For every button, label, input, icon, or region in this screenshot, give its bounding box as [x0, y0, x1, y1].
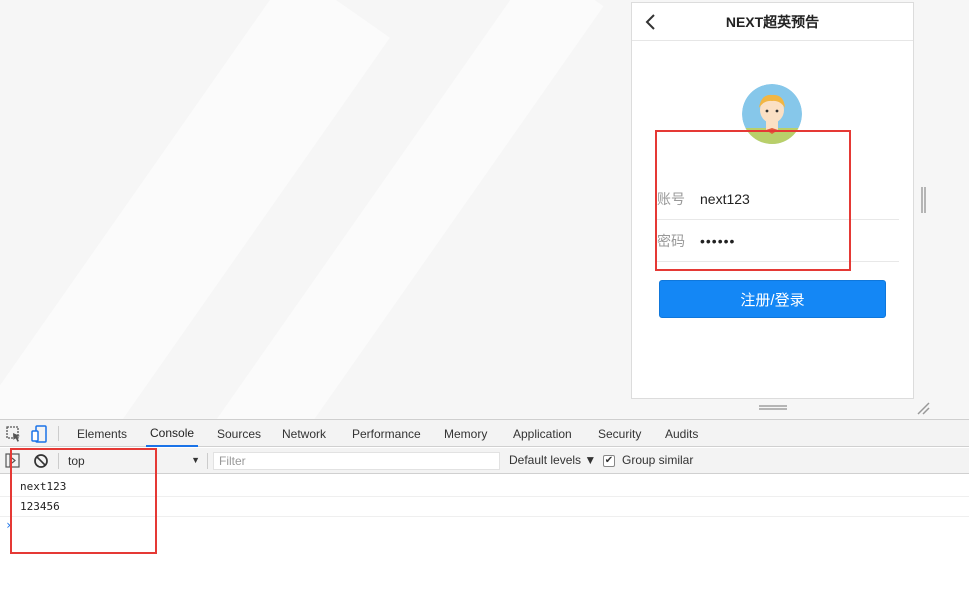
context-value: top — [68, 454, 85, 468]
tab-sources[interactable]: Sources — [213, 420, 265, 447]
avatar — [742, 84, 802, 144]
tab-performance[interactable]: Performance — [348, 420, 425, 447]
tab-elements[interactable]: Elements — [73, 420, 131, 447]
password-input[interactable]: •••••• — [700, 233, 735, 249]
tab-console[interactable]: Console — [146, 420, 199, 447]
tab-memory[interactable]: Memory — [440, 420, 491, 447]
devtools-panel: Elements Console Sources Network Perform… — [0, 419, 969, 599]
tab-application[interactable]: Application — [509, 420, 576, 447]
devtools-tab-bar: Elements Console Sources Network Perform… — [0, 420, 969, 447]
group-similar-checkbox[interactable]: ✔ — [603, 455, 615, 467]
divider — [58, 453, 59, 469]
account-input[interactable]: next123 — [700, 191, 750, 207]
register-login-button[interactable]: 注册/登录 — [659, 280, 886, 318]
page-title: NEXT超英预告 — [725, 13, 820, 30]
resize-handle-bottom[interactable] — [759, 405, 787, 410]
divider — [207, 453, 208, 469]
resize-corner-icon[interactable] — [916, 401, 930, 415]
dropdown-arrow-icon: ▼ — [191, 455, 200, 465]
group-similar-label: Group similar — [622, 453, 694, 467]
password-field[interactable]: 密码 •••••• — [657, 220, 899, 262]
inspect-element-icon[interactable] — [5, 425, 23, 443]
account-field[interactable]: 账号 next123 — [657, 178, 899, 220]
clear-console-icon[interactable] — [32, 452, 50, 470]
console-log-line: next123 — [0, 477, 969, 497]
console-log-line: 123456 — [0, 497, 969, 517]
app-header: NEXT超英预告 — [632, 3, 913, 41]
back-arrow-icon[interactable] — [642, 12, 660, 32]
account-label: 账号 — [657, 190, 685, 207]
tab-security[interactable]: Security — [594, 420, 645, 447]
divider — [58, 426, 59, 441]
console-toolbar: top ▼ Filter Default levels ▼ ✔ Group si… — [0, 448, 969, 474]
filter-input[interactable]: Filter — [213, 452, 500, 470]
log-levels-dropdown[interactable]: Default levels ▼ — [509, 453, 596, 467]
device-viewport: NEXT超英预告 账号 next123 密码 •••••• 注册/登录 — [0, 0, 969, 599]
avatar-illustration-icon — [742, 84, 802, 144]
mobile-device-frame: NEXT超英预告 账号 next123 密码 •••••• 注册/登录 — [631, 2, 914, 399]
show-sidebar-icon[interactable] — [4, 452, 22, 470]
password-label: 密码 — [657, 232, 685, 249]
device-toolbar-icon[interactable] — [30, 425, 48, 443]
context-selector[interactable]: top ▼ — [63, 451, 204, 471]
console-prompt-icon[interactable]: › — [5, 518, 12, 532]
tab-network[interactable]: Network — [278, 420, 330, 447]
tab-audits[interactable]: Audits — [661, 420, 702, 447]
resize-handle-right[interactable] — [921, 187, 926, 213]
